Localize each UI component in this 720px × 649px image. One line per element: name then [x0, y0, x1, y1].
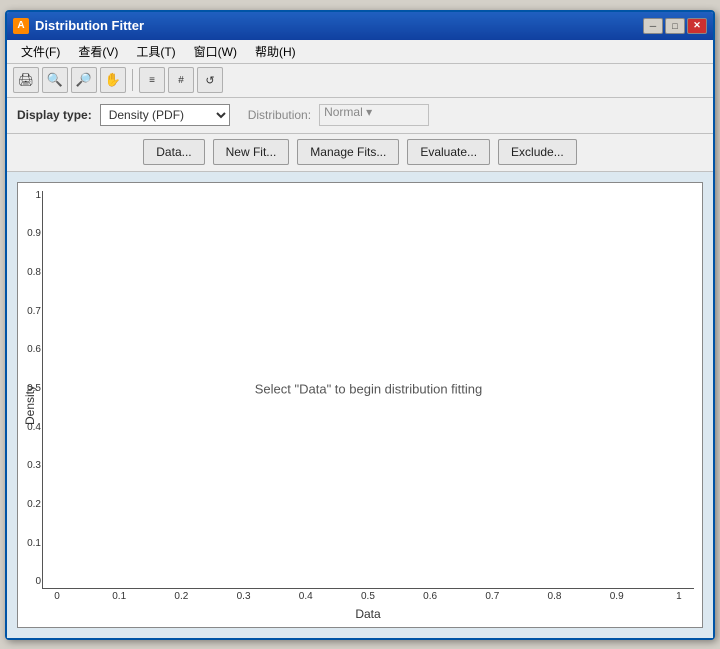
y-tick: 1	[13, 191, 41, 201]
manage-fits-button[interactable]: Manage Fits...	[297, 139, 399, 165]
legend-button[interactable]: ≡	[139, 67, 165, 93]
chart-plot: 0 0.1 0.2 0.3 0.4 0.5 0.6 0.7 0.8 0.9 1 …	[42, 191, 694, 589]
y-tick: 0.2	[13, 500, 41, 510]
maximize-button[interactable]: □	[665, 18, 685, 34]
controls-row: Display type: Density (PDF) Distribution…	[7, 98, 713, 134]
distribution-select: Normal ▾	[319, 104, 429, 126]
zoom-out-button[interactable]: 🔎	[71, 67, 97, 93]
menubar: 文件(F) 查看(V) 工具(T) 窗口(W) 帮助(H)	[7, 40, 713, 64]
window-title: Distribution Fitter	[35, 18, 144, 33]
chart-inner: 0 0.1 0.2 0.3 0.4 0.5 0.6 0.7 0.8 0.9 1 …	[42, 183, 702, 627]
chart-empty-text: Select "Data" to begin distribution fitt…	[255, 382, 482, 397]
y-tick: 0.8	[13, 268, 41, 278]
data-button[interactable]: Data...	[143, 139, 204, 165]
x-tick: 1	[664, 591, 694, 605]
toolbar: 🖨 🔍 🔎 ✋ ≡ # ↺	[7, 64, 713, 98]
y-tick: 0.4	[13, 423, 41, 433]
y-tick: 0.1	[13, 539, 41, 549]
display-type-select[interactable]: Density (PDF)	[100, 104, 230, 126]
x-tick: 0.4	[291, 591, 321, 605]
display-type-label: Display type:	[17, 108, 92, 122]
x-tick: 0.1	[104, 591, 134, 605]
x-tick: 0.8	[540, 591, 570, 605]
y-tick: 0.7	[13, 307, 41, 317]
minimize-button[interactable]: ─	[643, 18, 663, 34]
exclude-button[interactable]: Exclude...	[498, 139, 577, 165]
x-axis-label: Data	[42, 605, 694, 623]
menu-window[interactable]: 窗口(W)	[186, 41, 245, 62]
app-icon: A	[13, 18, 29, 34]
y-tick: 0.6	[13, 345, 41, 355]
new-fit-button[interactable]: New Fit...	[213, 139, 290, 165]
menu-help[interactable]: 帮助(H)	[247, 41, 304, 62]
x-tick: 0	[42, 591, 72, 605]
x-tick: 0.2	[166, 591, 196, 605]
x-tick: 0.3	[229, 591, 259, 605]
y-tick: 0.9	[13, 229, 41, 239]
refresh-button[interactable]: ↺	[197, 67, 223, 93]
chart-container: Density 0 0.1 0.2 0.3 0.4 0.5 0.6 0.7 0.…	[17, 182, 703, 628]
print-button[interactable]: 🖨	[13, 67, 39, 93]
menu-file[interactable]: 文件(F)	[13, 41, 68, 62]
titlebar-left: A Distribution Fitter	[13, 18, 144, 34]
x-tick: 0.5	[353, 591, 383, 605]
y-tick: 0.5	[13, 384, 41, 394]
titlebar: A Distribution Fitter ─ □ ✕	[7, 12, 713, 40]
menu-view[interactable]: 查看(V)	[70, 41, 126, 62]
zoom-in-button[interactable]: 🔍	[42, 67, 68, 93]
toolbar-separator	[132, 69, 133, 91]
x-ticks-row: 0 0.1 0.2 0.3 0.4 0.5 0.6 0.7 0.8 0.9 1	[42, 589, 694, 605]
distribution-label: Distribution:	[248, 108, 311, 122]
buttons-row: Data... New Fit... Manage Fits... Evalua…	[7, 134, 713, 172]
menu-tools[interactable]: 工具(T)	[128, 41, 183, 62]
x-tick: 0.6	[415, 591, 445, 605]
grid-button[interactable]: #	[168, 67, 194, 93]
x-tick: 0.9	[602, 591, 632, 605]
close-button[interactable]: ✕	[687, 18, 707, 34]
evaluate-button[interactable]: Evaluate...	[407, 139, 490, 165]
y-tick: 0	[13, 577, 41, 587]
y-ticks: 0 0.1 0.2 0.3 0.4 0.5 0.6 0.7 0.8 0.9 1	[13, 191, 41, 588]
main-window: A Distribution Fitter ─ □ ✕ 文件(F) 查看(V) …	[5, 10, 715, 640]
pan-button[interactable]: ✋	[100, 67, 126, 93]
y-tick: 0.3	[13, 461, 41, 471]
plot-area: Density 0 0.1 0.2 0.3 0.4 0.5 0.6 0.7 0.…	[7, 172, 713, 638]
titlebar-buttons: ─ □ ✕	[643, 18, 707, 34]
x-tick: 0.7	[477, 591, 507, 605]
